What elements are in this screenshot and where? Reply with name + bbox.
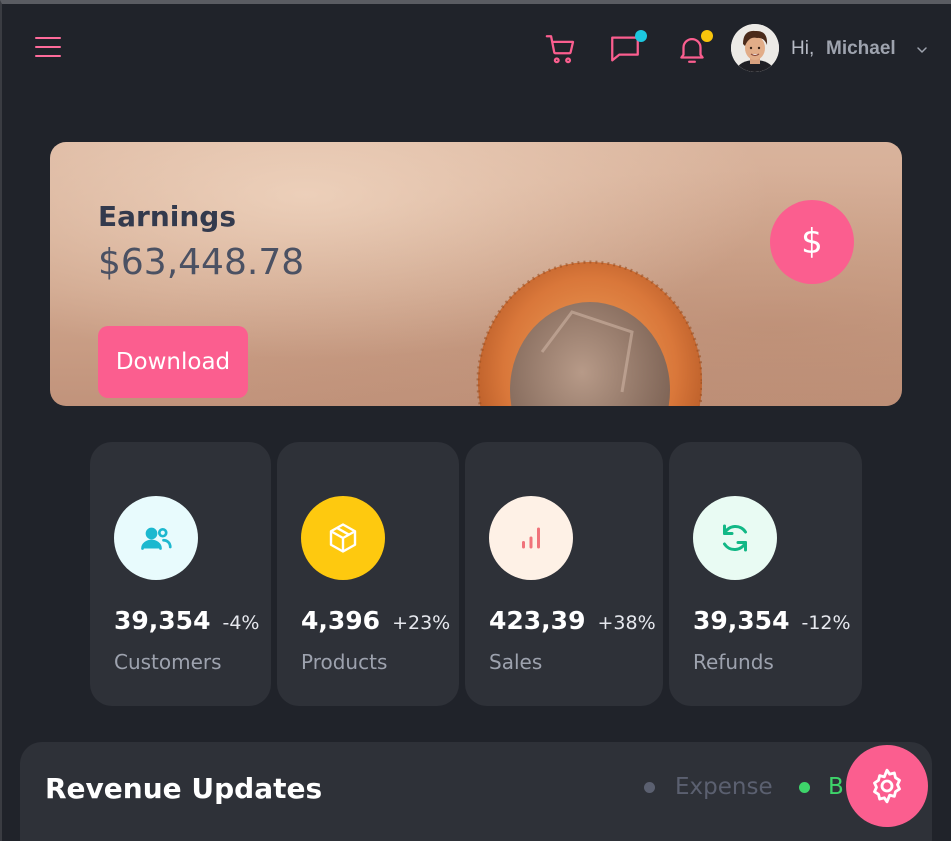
- settings-button[interactable]: [846, 745, 928, 827]
- legend-dot-expense: [644, 782, 655, 793]
- avatar[interactable]: [731, 24, 779, 72]
- greeting-text: Hi,: [791, 38, 815, 59]
- chat-icon[interactable]: [608, 30, 647, 66]
- stat-label: Customers: [114, 650, 222, 674]
- stat-change: +23%: [392, 612, 451, 634]
- stat-change: -4%: [222, 612, 260, 634]
- legend-dot-b: [799, 782, 810, 793]
- revenue-title: Revenue Updates: [45, 772, 323, 805]
- bar-chart-icon: [489, 496, 573, 580]
- revenue-card: Revenue Updates Expense B: [20, 742, 932, 841]
- download-button[interactable]: Download: [98, 326, 248, 398]
- bell-icon[interactable]: [675, 30, 713, 66]
- legend-label-b[interactable]: B: [828, 774, 844, 800]
- user-name[interactable]: Michael: [826, 38, 896, 60]
- bell-badge: [701, 30, 713, 42]
- stat-label: Refunds: [693, 650, 774, 674]
- stat-change: -12%: [801, 612, 851, 634]
- earnings-value: $63,448.78: [98, 242, 305, 283]
- stat-card-refunds[interactable]: 39,354 -12% Refunds: [669, 442, 862, 706]
- stat-card-customers[interactable]: 39,354 -4% Customers: [90, 442, 271, 706]
- earnings-card: Earnings $63,448.78 Download $: [50, 142, 902, 406]
- gear-icon: [873, 768, 901, 804]
- refresh-icon: [693, 496, 777, 580]
- stat-label: Products: [301, 650, 388, 674]
- stat-value: 39,354: [114, 606, 211, 635]
- stat-label: Sales: [489, 650, 543, 674]
- menu-icon[interactable]: [35, 37, 61, 59]
- stat-change: +38%: [597, 612, 656, 634]
- stat-value: 423,39: [489, 606, 586, 635]
- stat-value: 39,354: [693, 606, 790, 635]
- stat-card-products[interactable]: 4,396 +23% Products: [277, 442, 459, 706]
- dollar-icon[interactable]: $: [770, 200, 854, 284]
- cart-icon[interactable]: [544, 32, 578, 66]
- chevron-down-icon[interactable]: [915, 42, 929, 56]
- coin-image: [476, 260, 702, 406]
- chat-badge: [635, 30, 647, 42]
- stat-value: 4,396: [301, 606, 381, 635]
- earnings-title: Earnings: [98, 200, 237, 233]
- box-icon: [301, 496, 385, 580]
- stat-card-sales[interactable]: 423,39 +38% Sales: [465, 442, 663, 706]
- top-bar: Hi, Michael: [2, 4, 951, 94]
- customers-icon: [114, 496, 198, 580]
- legend-label-expense[interactable]: Expense: [675, 774, 773, 800]
